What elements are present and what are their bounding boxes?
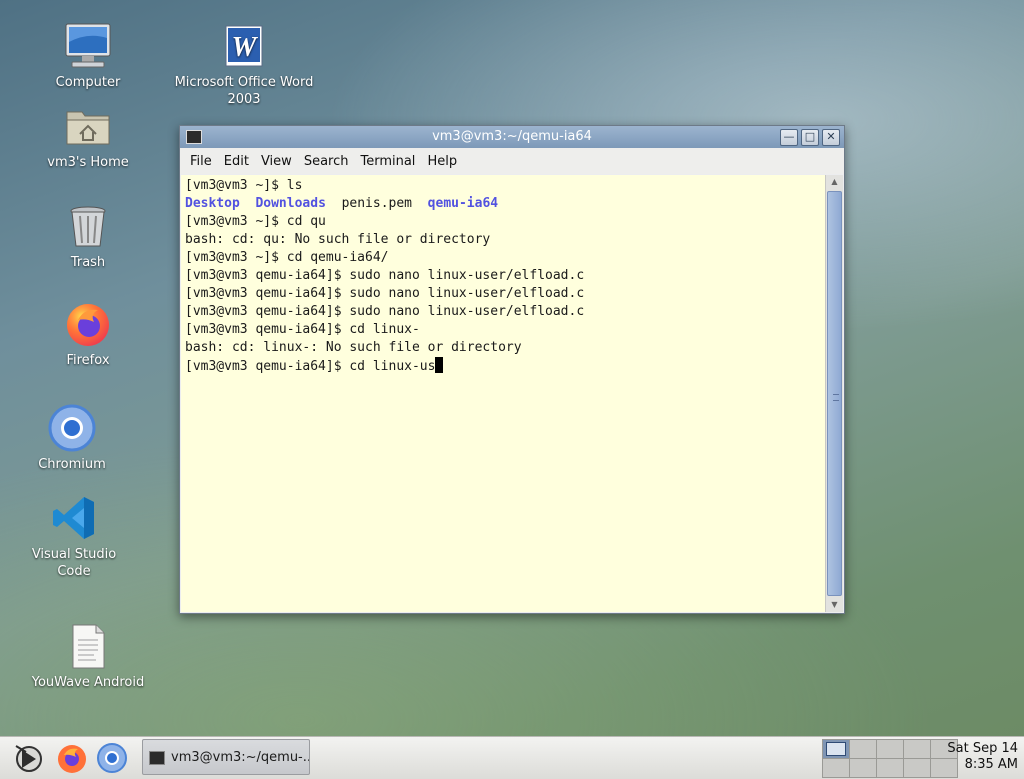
clock-time: 8:35 AM xyxy=(964,757,1018,772)
terminal-window[interactable]: vm3@vm3:~/qemu-ia64 — □ ✕ File Edit View… xyxy=(179,125,845,614)
menu-edit[interactable]: Edit xyxy=(218,154,255,169)
word-document-icon: W xyxy=(220,22,268,70)
workspace-9[interactable] xyxy=(904,759,930,777)
taskbar-window-label: vm3@vm3:~/qemu-... xyxy=(171,750,310,765)
menu-search[interactable]: Search xyxy=(298,154,355,169)
icon-label: Visual Studio Code xyxy=(31,547,117,579)
terminal-line: [vm3@vm3 qemu-ia64]$ cd linux- xyxy=(185,322,420,337)
menu-launcher-icon xyxy=(15,745,42,772)
text-cursor xyxy=(435,357,444,373)
desktop-icon-chromium[interactable]: Chromium xyxy=(12,404,132,473)
desktop-icon-youwave[interactable]: YouWave Android xyxy=(28,622,148,691)
svg-text:W: W xyxy=(232,32,259,63)
ls-entry-dir: Downloads xyxy=(255,196,326,211)
vscode-icon xyxy=(50,494,98,542)
terminal-line: [vm3@vm3 ~]$ cd qemu-ia64/ xyxy=(185,250,389,265)
taskbar: vm3@vm3:~/qemu-... Sat Sep 14 8:35 AM xyxy=(0,736,1024,779)
terminal-line-ls-output: Desktop Downloads penis.pem qemu-ia64 xyxy=(185,195,822,213)
icon-label: YouWave Android xyxy=(31,675,145,690)
close-button[interactable]: ✕ xyxy=(822,129,840,146)
scroll-down-arrow-icon[interactable]: ▼ xyxy=(826,598,843,612)
workspace-4[interactable] xyxy=(904,740,930,758)
terminal-output[interactable]: [vm3@vm3 ~]$ ls Desktop Downloads penis.… xyxy=(181,175,826,612)
trash-icon xyxy=(64,202,112,250)
workspace-2[interactable] xyxy=(850,740,876,758)
menu-bar: File Edit View Search Terminal Help xyxy=(180,148,844,174)
icon-label: Firefox xyxy=(66,353,110,368)
icon-label: vm3's Home xyxy=(47,155,129,170)
terminal-line: [vm3@vm3 ~]$ cd qu xyxy=(185,214,326,229)
window-title: vm3@vm3:~/qemu-ia64 xyxy=(432,129,592,144)
terminal-line: [vm3@vm3 qemu-ia64]$ sudo nano linux-use… xyxy=(185,268,585,283)
desktop-icon-trash[interactable]: Trash xyxy=(28,202,148,271)
scrollbar-thumb[interactable] xyxy=(827,191,842,596)
firefox-icon xyxy=(58,745,86,773)
terminal-line-current: [vm3@vm3 qemu-ia64]$ cd linux-us xyxy=(185,357,822,375)
clock-date: Sat Sep 14 xyxy=(947,741,1018,756)
terminal-line: [vm3@vm3 qemu-ia64]$ sudo nano linux-use… xyxy=(185,286,585,301)
terminal-icon xyxy=(149,751,165,765)
workspace-8[interactable] xyxy=(877,759,903,777)
workspace-6[interactable] xyxy=(823,759,849,777)
menu-view[interactable]: View xyxy=(255,154,298,169)
workspace-7[interactable] xyxy=(850,759,876,777)
maximize-button[interactable]: □ xyxy=(801,129,819,146)
app-menu-button[interactable] xyxy=(12,742,44,774)
desktop-icon-firefox[interactable]: Firefox xyxy=(28,300,148,369)
desktop-icon-home[interactable]: vm3's Home xyxy=(28,102,148,171)
ls-entry-dir: qemu-ia64 xyxy=(427,196,499,211)
workspace-1[interactable] xyxy=(823,740,849,758)
command-input[interactable]: [vm3@vm3 qemu-ia64]$ cd linux-us xyxy=(185,359,435,374)
workspace-switcher[interactable] xyxy=(822,739,958,778)
window-thumbnail xyxy=(826,742,846,756)
icon-label: Chromium xyxy=(38,457,106,472)
ls-entry-file: penis.pem xyxy=(341,196,413,211)
scroll-up-arrow-icon[interactable]: ▲ xyxy=(826,175,843,189)
taskbar-firefox-launcher[interactable] xyxy=(56,742,88,774)
vertical-scrollbar[interactable]: ▲ ▼ xyxy=(825,175,843,612)
terminal-line: [vm3@vm3 qemu-ia64]$ sudo nano linux-use… xyxy=(185,304,585,319)
menu-help[interactable]: Help xyxy=(421,154,463,169)
desktop-icon-vscode[interactable]: Visual Studio Code xyxy=(14,494,134,580)
clock[interactable]: Sat Sep 14 8:35 AM xyxy=(947,741,1018,773)
terminal-icon xyxy=(186,130,202,144)
grip-icon xyxy=(833,393,839,401)
terminal-line: bash: cd: linux-: No such file or direct… xyxy=(185,340,522,355)
chromium-icon xyxy=(48,404,96,452)
desktop-icon-computer[interactable]: Computer xyxy=(28,22,148,91)
chromium-icon xyxy=(97,743,127,773)
home-folder-icon xyxy=(64,102,112,150)
document-icon xyxy=(64,622,112,670)
icon-label: Microsoft Office Word 2003 xyxy=(174,75,314,107)
minimize-button[interactable]: — xyxy=(780,129,798,146)
terminal-line: [vm3@vm3 ~]$ ls xyxy=(185,178,303,193)
window-titlebar[interactable]: vm3@vm3:~/qemu-ia64 — □ ✕ xyxy=(180,126,844,148)
terminal-line: bash: cd: qu: No such file or directory xyxy=(185,232,491,247)
firefox-icon xyxy=(64,300,112,348)
menu-terminal[interactable]: Terminal xyxy=(354,154,421,169)
taskbar-chromium-launcher[interactable] xyxy=(96,742,128,774)
desktop-icon-word[interactable]: W Microsoft Office Word 2003 xyxy=(172,22,316,108)
menu-file[interactable]: File xyxy=(184,154,218,169)
icon-label: Trash xyxy=(70,255,106,270)
computer-icon xyxy=(64,22,112,70)
workspace-3[interactable] xyxy=(877,740,903,758)
icon-label: Computer xyxy=(55,75,121,90)
taskbar-window-button[interactable]: vm3@vm3:~/qemu-... xyxy=(142,739,310,775)
ls-entry-dir: Desktop xyxy=(185,196,240,211)
